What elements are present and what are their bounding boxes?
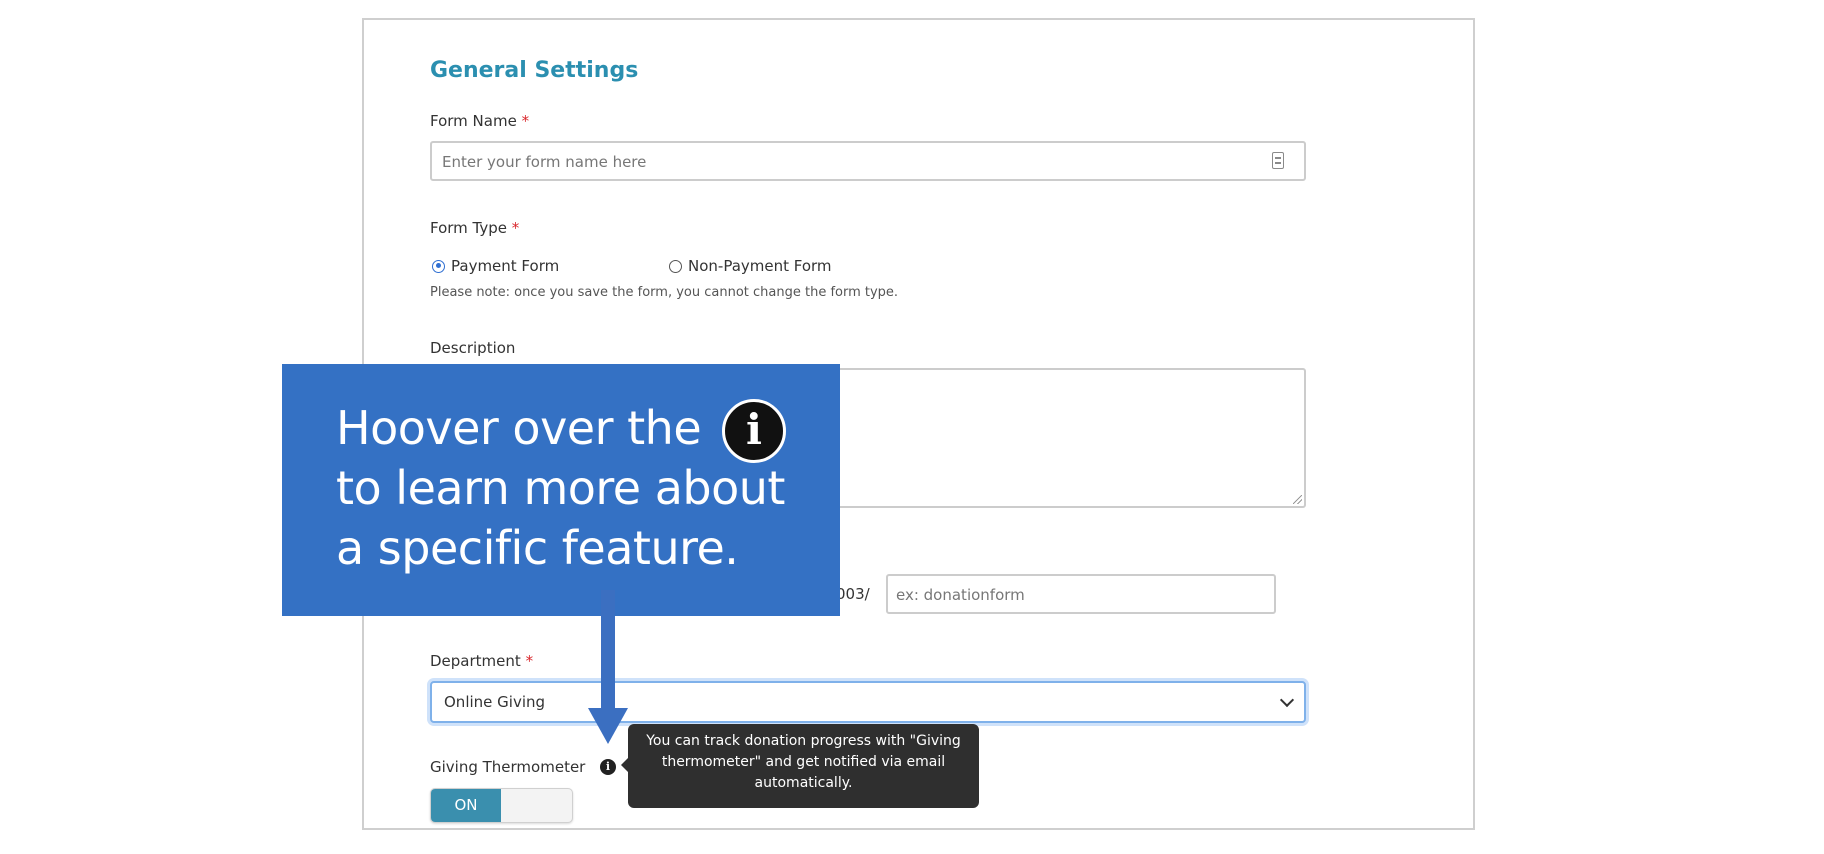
form-field-icon[interactable] xyxy=(1272,152,1284,169)
resize-grip-icon[interactable] xyxy=(1293,495,1302,504)
form-name-label-text: Form Name xyxy=(430,112,517,130)
callout-line-2: to learn more about xyxy=(336,461,785,515)
form-name-label: Form Name * xyxy=(430,112,529,130)
radio-checked-icon[interactable] xyxy=(432,259,445,273)
department-select[interactable]: Online Giving xyxy=(430,681,1306,723)
section-title: General Settings xyxy=(430,58,639,83)
description-label: Description xyxy=(430,339,516,357)
callout-line-1: Hoover over the xyxy=(336,401,702,455)
giving-thermometer-toggle[interactable]: ON xyxy=(430,788,573,823)
department-label: Department * xyxy=(430,652,533,670)
required-mark: * xyxy=(521,112,530,130)
large-info-icon: i xyxy=(722,399,786,463)
form-name-placeholder: Enter your form name here xyxy=(442,153,647,171)
chevron-down-icon xyxy=(1279,692,1295,708)
toggle-on-label: ON xyxy=(431,789,501,822)
form-name-input[interactable]: Enter your form name here xyxy=(430,141,1306,181)
department-label-text: Department xyxy=(430,652,521,670)
non-payment-form-radio[interactable]: Non-Payment Form xyxy=(669,257,832,275)
giving-thermometer-label: Giving Thermometer xyxy=(430,758,586,776)
radio-unchecked-icon[interactable] xyxy=(669,259,682,273)
required-mark: * xyxy=(525,652,534,670)
info-tooltip: You can track donation progress with "Gi… xyxy=(621,724,979,808)
callout-arrow-head-icon xyxy=(588,708,628,744)
form-type-label-text: Form Type xyxy=(430,219,508,237)
url-prefix: 003/ xyxy=(836,585,870,603)
form-type-note: Please note: once you save the form, you… xyxy=(430,285,899,300)
form-type-label: Form Type * xyxy=(430,219,519,237)
callout-line-3: a specific feature. xyxy=(336,521,739,575)
callout-arrow-shaft xyxy=(601,590,615,710)
info-icon[interactable]: i xyxy=(600,759,616,775)
payment-form-radio[interactable]: Payment Form xyxy=(432,257,559,275)
url-slug-input[interactable]: ex: donationform xyxy=(886,574,1276,614)
required-mark: * xyxy=(511,219,520,237)
payment-form-label: Payment Form xyxy=(451,257,560,275)
department-value: Online Giving xyxy=(444,693,546,711)
url-slug-placeholder: ex: donationform xyxy=(896,586,1025,604)
non-payment-form-label: Non-Payment Form xyxy=(688,257,832,275)
